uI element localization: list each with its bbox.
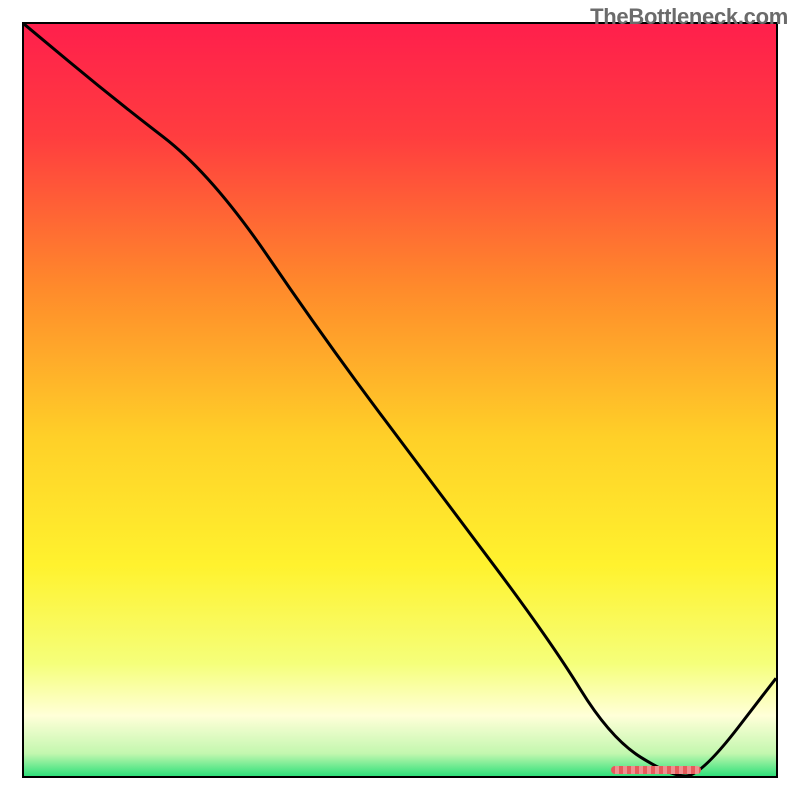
optimal-range-marker — [611, 766, 701, 774]
plot-area — [22, 22, 778, 778]
bottleneck-curve — [24, 24, 776, 776]
chart-container: TheBottleneck.com — [0, 0, 800, 800]
watermark-text: TheBottleneck.com — [590, 4, 788, 30]
